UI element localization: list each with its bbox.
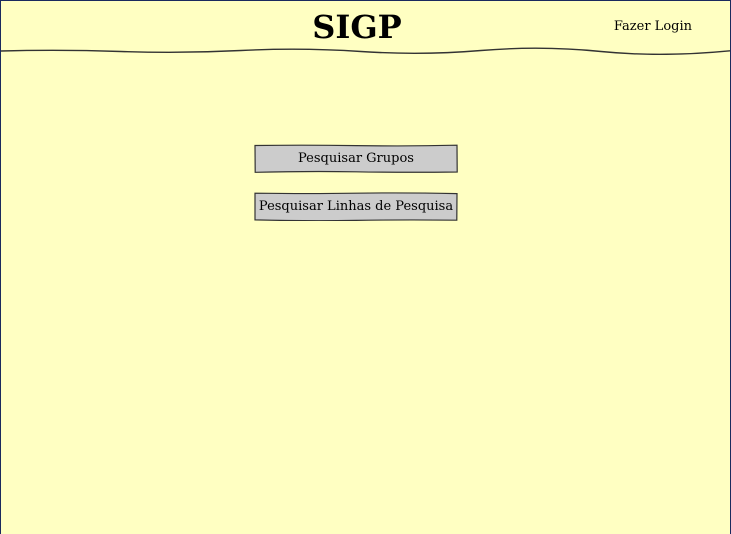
search-groups-label: Pesquisar Grupos xyxy=(298,151,414,166)
search-research-lines-label: Pesquisar Linhas de Pesquisa xyxy=(258,199,454,214)
app-title: SIGP xyxy=(312,8,402,46)
search-groups-button[interactable]: Pesquisar Grupos xyxy=(254,144,458,173)
header-divider xyxy=(1,47,730,55)
app-window: SIGP Fazer Login Pesquisar Grupos Pesqui… xyxy=(0,0,731,534)
login-link[interactable]: Fazer Login xyxy=(614,19,692,34)
top-bar: SIGP Fazer Login xyxy=(1,1,730,55)
search-research-lines-button[interactable]: Pesquisar Linhas de Pesquisa xyxy=(254,192,458,221)
